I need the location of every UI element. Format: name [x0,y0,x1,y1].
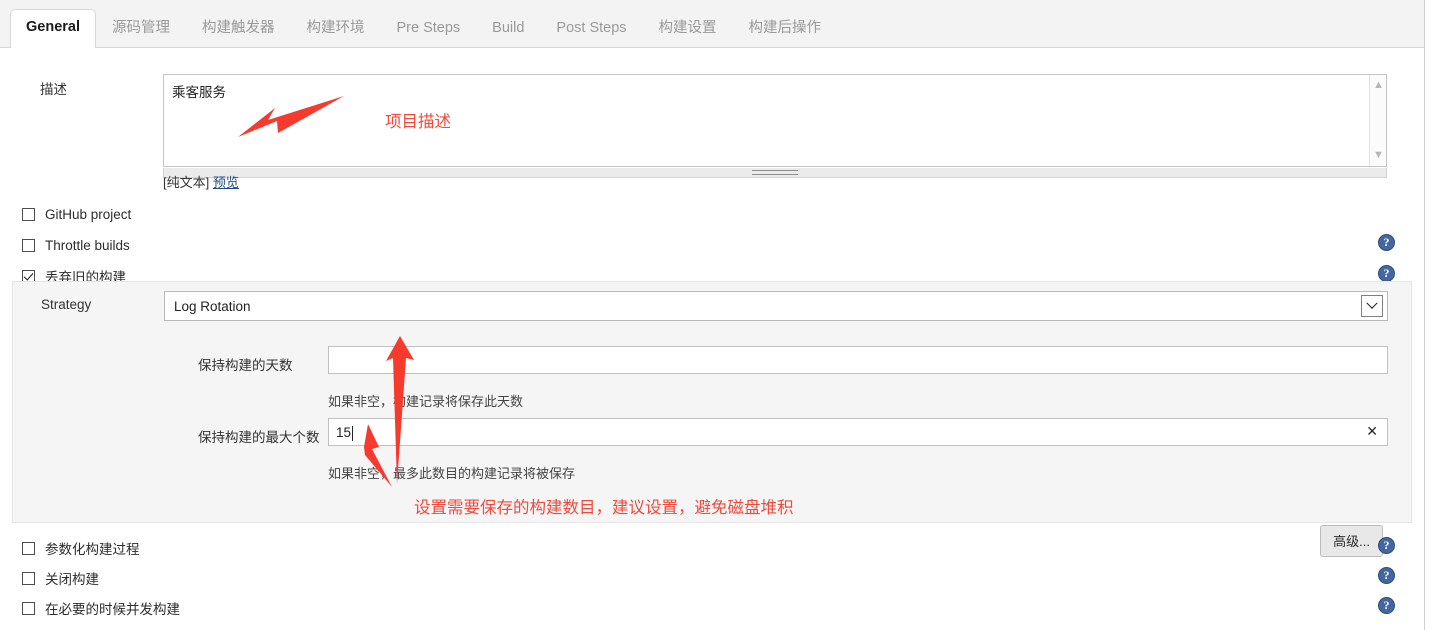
description-resize-bar[interactable] [163,168,1387,178]
tab-list: General 源码管理 构建触发器 构建环境 Pre Steps Build … [0,0,1424,49]
checkbox-github-project[interactable] [22,207,35,221]
general-form: 描述 乘客服务 ▲ ▼ [纯文本] 预览 GitHub project Thro… [0,48,1424,630]
checkbox-label-parameterized-build: 参数化构建过程 [45,542,140,557]
config-tabbar: General 源码管理 构建触发器 构建环境 Pre Steps Build … [0,0,1424,49]
page-gutter [1424,0,1443,630]
checkbox-row-disable-build[interactable]: 关闭构建 [22,567,99,589]
max-builds-value: 15 [336,424,352,440]
checkbox-disable-build[interactable] [22,571,35,585]
max-builds-hint: 如果非空，最多此数目的构建记录将被保存 [328,466,576,481]
checkbox-label-disable-build: 关闭构建 [45,572,99,587]
days-to-keep-hint: 如果非空，构建记录将保存此天数 [328,394,524,409]
chevron-down-icon[interactable]: ▼ [1373,150,1384,161]
help-question-icon-throttle-builds[interactable]: ? [1378,234,1395,251]
clear-x-icon[interactable]: ✕ [1366,424,1378,440]
description-footer: [纯文本] 预览 [163,172,239,191]
help-question-icon-parameterized-build[interactable]: ? [1378,537,1395,554]
description-format-note: [纯文本] [163,175,210,190]
help-question-icon-concurrent-builds[interactable]: ? [1378,597,1395,614]
days-to-keep-input[interactable] [328,346,1388,374]
checkbox-label-github-project: GitHub project [45,206,132,222]
tab-build[interactable]: Build [476,10,540,49]
max-builds-label: 保持构建的最大个数 [198,430,320,445]
tab-post-build-actions[interactable]: 构建后操作 [733,10,838,49]
checkbox-row-parameterized-build[interactable]: 参数化构建过程 [22,537,140,559]
strategy-label: Strategy [41,297,92,312]
tab-source-control[interactable]: 源码管理 [96,10,186,49]
resize-grip-icon[interactable] [752,170,798,175]
tab-post-steps[interactable]: Post Steps [540,10,642,49]
description-label: 描述 [40,82,67,97]
strategy-select[interactable]: Log Rotation [164,291,1388,321]
checkbox-throttle-builds[interactable] [22,238,35,252]
checkbox-label-concurrent-builds: 在必要的时候并发构建 [45,602,180,617]
tab-build-environment[interactable]: 构建环境 [291,10,381,49]
max-builds-input[interactable]: 15 ✕ [328,418,1388,446]
checkbox-row-throttle-builds[interactable]: Throttle builds [22,234,130,256]
help-question-icon-disable-build[interactable]: ? [1378,567,1395,584]
description-scrollbar[interactable]: ▲ ▼ [1369,75,1386,166]
strategy-select-value: Log Rotation [174,298,251,314]
description-preview-link[interactable]: 预览 [213,175,239,190]
tab-build-settings[interactable]: 构建设置 [643,10,733,49]
help-question-icon-discard-old-builds[interactable]: ? [1378,265,1395,282]
checkbox-row-github-project[interactable]: GitHub project [22,203,131,225]
jenkins-job-config-page: General 源码管理 构建触发器 构建环境 Pre Steps Build … [0,0,1443,630]
description-textarea-value: 乘客服务 [172,85,226,100]
tab-build-triggers[interactable]: 构建触发器 [186,10,291,49]
checkbox-label-throttle-builds: Throttle builds [45,237,130,253]
chevron-up-icon[interactable]: ▲ [1373,80,1384,91]
advanced-button[interactable]: 高级... [1320,525,1383,557]
description-textarea[interactable]: 乘客服务 ▲ ▼ [163,74,1387,167]
checkbox-concurrent-builds[interactable] [22,601,35,615]
chevron-down-icon[interactable] [1361,295,1383,317]
tab-general[interactable]: General [10,9,96,49]
days-to-keep-label: 保持构建的天数 [198,358,293,373]
tab-pre-steps[interactable]: Pre Steps [381,10,477,49]
checkbox-parameterized-build[interactable] [22,541,35,555]
discard-builds-panel: Strategy Log Rotation 保持构建的天数 如果非空，构建记录将… [12,281,1412,557]
checkbox-row-concurrent-builds[interactable]: 在必要的时候并发构建 [22,597,180,619]
